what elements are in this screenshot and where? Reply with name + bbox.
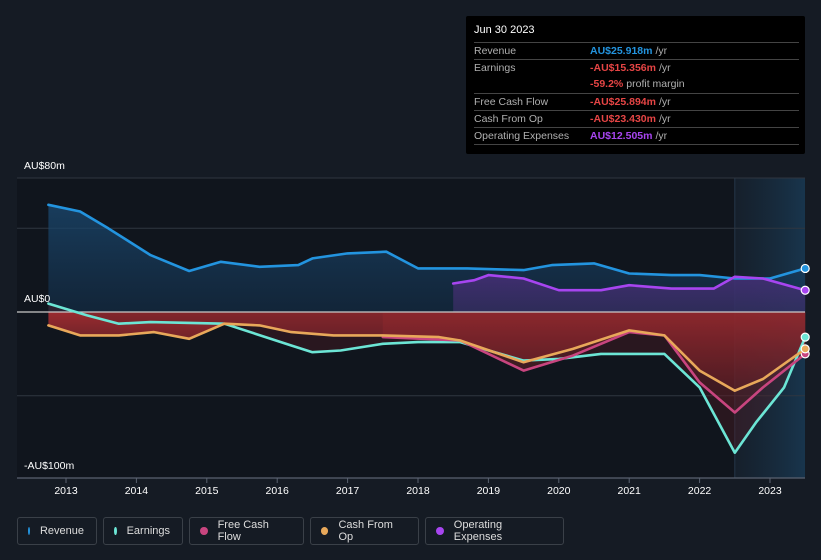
tooltip-value: -AU$25.894m/yr	[590, 96, 671, 108]
tooltip-date: Jun 30 2023	[474, 24, 535, 36]
legend-dot-icon	[200, 527, 208, 535]
tooltip-label: Cash From Op	[474, 113, 543, 125]
x-tick-label: 2014	[124, 485, 149, 497]
x-tick-label: 2021	[617, 485, 641, 497]
legend-item-free-cash-flow[interactable]: Free Cash Flow	[189, 517, 304, 545]
legend-item-revenue[interactable]: Revenue	[17, 517, 97, 545]
tooltip-unit: /yr	[658, 62, 671, 74]
tooltip-row: Earnings -AU$15.356m/yr	[474, 59, 799, 77]
legend-dot-icon	[28, 527, 30, 535]
tooltip: Jun 30 2023 Revenue AU$25.918m/yr Earnings…	[466, 16, 805, 154]
x-tick-label: 2022	[687, 485, 712, 497]
x-tick-label: 2015	[195, 485, 219, 497]
tooltip-label: Free Cash Flow	[474, 96, 549, 108]
x-tick-label: 2020	[547, 485, 571, 497]
legend-label: Revenue	[39, 525, 84, 537]
tooltip-divider	[474, 144, 799, 145]
y-tick-label: AU$0	[24, 293, 51, 305]
x-tick-label: 2016	[265, 485, 289, 497]
tooltip-unit: profit margin	[626, 78, 685, 90]
legend-label: Cash From Op	[338, 519, 393, 543]
series-end-marker-earnings	[800, 332, 810, 342]
x-tick-label: 2023	[758, 485, 782, 497]
legend-item-earnings[interactable]: Earnings	[103, 517, 183, 545]
tooltip-row: -59.2% profit margin	[474, 76, 799, 93]
series-end-marker-cash-from-op	[800, 344, 810, 354]
tooltip-label: Revenue	[474, 45, 517, 57]
tooltip-unit: /yr	[658, 113, 671, 125]
tooltip-unit: /yr	[655, 130, 668, 142]
tooltip-value: -AU$23.430m/yr	[590, 113, 671, 125]
x-tick-label: 2013	[54, 485, 78, 497]
tooltip-value: AU$25.918m/yr	[590, 45, 668, 57]
tooltip-row: Free Cash Flow -AU$25.894m/yr	[474, 93, 799, 111]
tooltip-row: Cash From Op -AU$23.430m/yr	[474, 110, 799, 128]
legend-dot-icon	[114, 527, 117, 535]
series-end-marker-revenue	[800, 263, 810, 274]
tooltip-value: AU$12.505m/yr	[590, 130, 668, 142]
legend-dot-icon	[436, 527, 444, 535]
tooltip-value: -AU$15.356m/yr	[590, 62, 671, 74]
x-tick-label: 2019	[476, 485, 501, 497]
y-tick-label: -AU$100m	[24, 460, 75, 472]
legend-label: Earnings	[126, 525, 170, 537]
tooltip-unit: /yr	[655, 45, 668, 57]
tooltip-row: Revenue AU$25.918m/yr	[474, 42, 799, 60]
legend-dot-icon	[321, 527, 329, 535]
legend-item-cash-from-op[interactable]: Cash From Op	[310, 517, 419, 545]
tooltip-label: Earnings	[474, 62, 516, 74]
x-tick-label: 2017	[335, 485, 360, 497]
legend-label: Free Cash Flow	[217, 519, 269, 543]
x-tick-label: 2018	[406, 485, 430, 497]
tooltip-row: Operating Expenses AU$12.505m/yr	[474, 127, 799, 145]
tooltip-label: Operating Expenses	[474, 130, 570, 142]
tooltip-value: -59.2% profit margin	[590, 78, 685, 90]
legend-item-operating-expenses[interactable]: Operating Expenses	[425, 517, 564, 545]
legend-label: Operating Expenses	[453, 519, 503, 543]
y-tick-label: AU$80m	[24, 160, 65, 172]
tooltip-unit: /yr	[658, 96, 671, 108]
series-end-marker-operating-expenses	[800, 285, 810, 295]
